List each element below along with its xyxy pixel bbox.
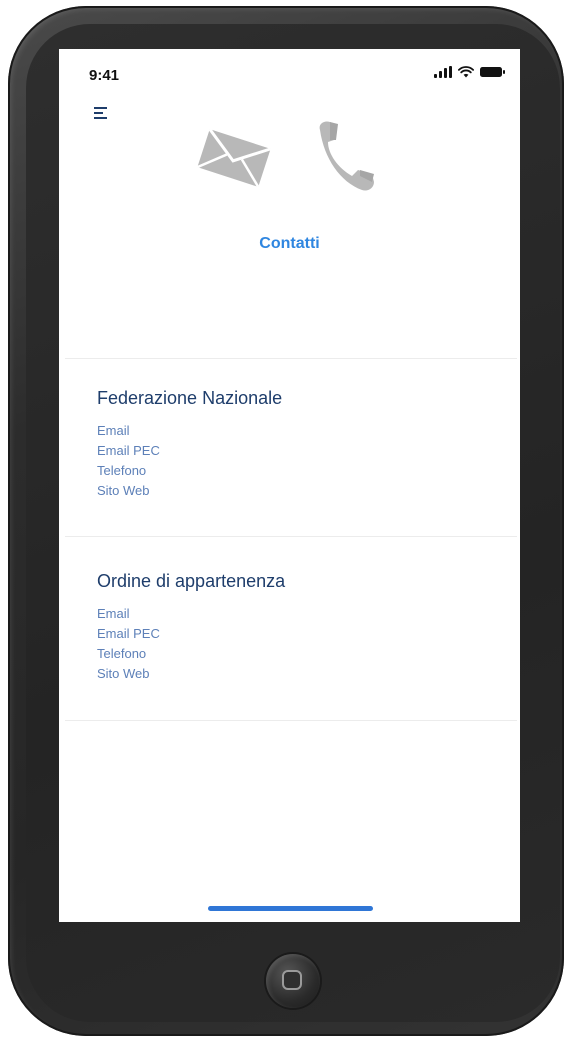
website-link[interactable]: Sito Web [97, 664, 285, 684]
section-title: Ordine di appartenenza [97, 571, 286, 591]
hero-icons [59, 114, 520, 194]
status-time: 9:41 [89, 67, 120, 84]
envelope-icon [196, 128, 272, 188]
phone-link[interactable]: Telefono [97, 644, 285, 664]
phone-icon [319, 121, 374, 191]
email-pec-link[interactable]: Email PEC [97, 624, 285, 644]
section-federazione: Federazione Nazionale Email Email PEC Te… [97, 388, 282, 501]
website-link[interactable]: Sito Web [97, 481, 282, 501]
signal-icon [434, 66, 452, 78]
status-icons [434, 66, 506, 78]
wifi-icon [458, 66, 474, 78]
home-button[interactable] [266, 954, 320, 1008]
email-link[interactable]: Email [97, 604, 285, 624]
phone-link[interactable]: Telefono [97, 461, 282, 481]
home-indicator[interactable] [208, 906, 373, 911]
status-bar: 9:41 [59, 49, 520, 99]
app-screen: 9:41 Contatti Federazione Nazionale Emai… [59, 49, 520, 922]
divider [65, 358, 517, 359]
divider [65, 536, 517, 537]
section-title: Federazione Nazionale [97, 388, 283, 408]
battery-icon [480, 67, 505, 77]
divider [65, 720, 517, 721]
section-ordine: Ordine di appartenenza Email Email PEC T… [97, 571, 285, 684]
home-button-icon [282, 970, 302, 990]
email-link[interactable]: Email [97, 421, 282, 441]
email-pec-link[interactable]: Email PEC [97, 441, 282, 461]
page-title: Contatti [259, 235, 320, 252]
